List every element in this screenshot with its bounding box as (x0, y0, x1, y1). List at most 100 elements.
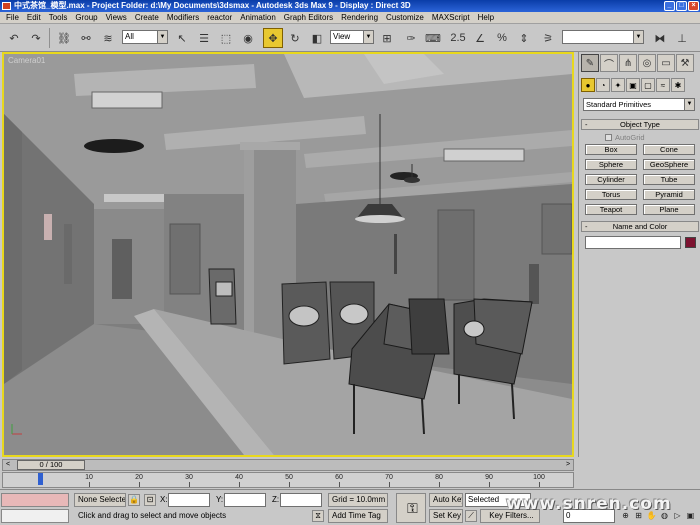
minimize-button[interactable]: _ (664, 1, 675, 11)
tube-button[interactable]: Tube (643, 174, 695, 185)
cylinder-button[interactable]: Cylinder (585, 174, 637, 185)
main-toolbar: ↶ ↷ ⛓ ⚯ ≋ All ▼ ↖ ☰ ⬚ ◉ ✥ ↻ ◧ View ▼ ⊞ ✑… (0, 25, 700, 52)
reference-coordinate-dropdown[interactable]: View ▼ (330, 30, 374, 44)
undo-icon[interactable]: ↶ (4, 28, 24, 48)
z-coordinate-field[interactable] (280, 493, 322, 507)
select-and-manipulate-icon[interactable]: ✑ (401, 28, 421, 48)
select-and-rotate-icon[interactable]: ↻ (285, 28, 305, 48)
menu-help[interactable]: Help (474, 12, 498, 24)
maximize-viewport-icon[interactable]: ▣ (685, 510, 696, 521)
prev-frame-icon[interactable]: < (3, 460, 13, 470)
rectangular-selection-icon[interactable]: ⬚ (216, 28, 236, 48)
snaps-toggle-icon[interactable]: 2.5 (448, 28, 468, 48)
y-coordinate-field[interactable] (224, 493, 266, 507)
select-and-link-icon[interactable]: ⛓ (54, 28, 74, 48)
pyramid-button[interactable]: Pyramid (643, 189, 695, 200)
track-bar-ruler[interactable]: 10 20 30 40 50 60 70 80 90 100 (2, 472, 574, 488)
viewport-scene (4, 54, 572, 455)
maxscript-input[interactable] (1, 509, 69, 523)
systems-icon[interactable]: ✱ (671, 78, 685, 92)
object-color-swatch[interactable] (685, 237, 696, 248)
time-tag-icon[interactable]: ⧖ (312, 510, 324, 522)
menu-reactor[interactable]: reactor (203, 12, 236, 24)
geometry-icon[interactable]: ● (581, 78, 595, 92)
time-slider-thumb[interactable]: 0 / 100 (17, 460, 85, 470)
menu-create[interactable]: Create (131, 12, 163, 24)
pivot-center-icon[interactable]: ⊞ (377, 28, 397, 48)
edit-named-selection-icon[interactable]: ⚞ (538, 28, 558, 48)
redo-icon[interactable]: ↷ (26, 28, 46, 48)
mirror-icon[interactable]: ⧓ (650, 28, 670, 48)
menu-edit[interactable]: Edit (23, 12, 45, 24)
selection-filter-dropdown[interactable]: All ▼ (122, 30, 168, 44)
close-button[interactable]: × (688, 1, 699, 11)
bind-space-warp-icon[interactable]: ≋ (98, 28, 118, 48)
ruler-label: 40 (235, 474, 243, 481)
modify-tab-icon[interactable]: ⌒ (600, 54, 618, 72)
utilities-tab-icon[interactable]: ⚒ (676, 54, 694, 72)
select-by-name-icon[interactable]: ☰ (194, 28, 214, 48)
maxscript-listener[interactable] (1, 493, 69, 523)
helpers-icon[interactable]: ▢ (641, 78, 655, 92)
geosphere-button[interactable]: GeoSphere (643, 159, 695, 170)
sphere-button[interactable]: Sphere (585, 159, 637, 170)
x-coordinate-field[interactable] (168, 493, 210, 507)
angle-snap-icon[interactable]: ∠ (470, 28, 490, 48)
named-selection-dropdown[interactable]: ▼ (562, 30, 644, 44)
hierarchy-tab-icon[interactable]: ⋔ (619, 54, 637, 72)
select-and-scale-icon[interactable]: ◧ (307, 28, 327, 48)
cameras-icon[interactable]: ▣ (626, 78, 640, 92)
maxscript-output[interactable] (1, 493, 69, 507)
menu-tools[interactable]: Tools (45, 12, 72, 24)
percent-snap-icon[interactable]: % (492, 28, 512, 48)
keyboard-shortcut-override-icon[interactable]: ⌨ (423, 28, 443, 48)
menu-views[interactable]: Views (102, 12, 131, 24)
plane-button[interactable]: Plane (643, 204, 695, 215)
menu-customize[interactable]: Customize (382, 12, 428, 24)
spinner-snap-icon[interactable]: ⇕ (514, 28, 534, 48)
teapot-button[interactable]: Teapot (585, 204, 637, 215)
menu-file[interactable]: File (2, 12, 23, 24)
default-in-out-tangents-icon[interactable]: ⟋ (465, 510, 477, 522)
box-button[interactable]: Box (585, 144, 637, 155)
object-type-rollout-header[interactable]: - Object Type (581, 119, 699, 130)
space-warps-icon[interactable]: ≈ (656, 78, 670, 92)
field-of-view-icon[interactable]: ▷ (672, 510, 683, 521)
menu-modifiers[interactable]: Modifiers (163, 12, 203, 24)
cone-button[interactable]: Cone (643, 144, 695, 155)
menu-rendering[interactable]: Rendering (337, 12, 382, 24)
auto-key-button[interactable]: Auto Key (429, 493, 463, 507)
absolute-relative-toggle-icon[interactable]: ⊡ (144, 494, 156, 506)
display-tab-icon[interactable]: ▭ (657, 54, 675, 72)
next-frame-icon[interactable]: > (563, 460, 573, 470)
set-key-button[interactable]: Set Key (429, 509, 463, 523)
align-icon[interactable]: ⊥ (672, 28, 692, 48)
autogrid-checkbox[interactable]: AutoGrid (605, 133, 645, 142)
lights-icon[interactable]: ✦ (611, 78, 625, 92)
menu-maxscript[interactable]: MAXScript (428, 12, 474, 24)
set-key-icon[interactable]: ⚿ (396, 493, 426, 523)
select-object-icon[interactable]: ↖ (172, 28, 192, 48)
camera-viewport[interactable]: Camera01 (2, 52, 574, 457)
chevron-down-icon: ▼ (633, 31, 643, 43)
select-and-move-icon[interactable]: ✥ (263, 28, 283, 48)
menu-group[interactable]: Group (71, 12, 101, 24)
torus-button[interactable]: Torus (585, 189, 637, 200)
maximize-button[interactable]: □ (676, 1, 687, 11)
menu-graph-editors[interactable]: Graph Editors (280, 12, 337, 24)
lock-selection-icon[interactable]: 🔒 (128, 494, 140, 506)
create-tab-icon[interactable]: ✎ (581, 54, 599, 72)
viewport-label[interactable]: Camera01 (8, 56, 45, 65)
menu-bar: File Edit Tools Group Views Create Modif… (0, 12, 700, 24)
unlink-icon[interactable]: ⚯ (76, 28, 96, 48)
motion-tab-icon[interactable]: ◎ (638, 54, 656, 72)
name-and-color-rollout-header[interactable]: - Name and Color (581, 221, 699, 232)
menu-animation[interactable]: Animation (236, 12, 280, 24)
object-name-input[interactable] (585, 236, 681, 249)
time-slider[interactable]: < 0 / 100 > (2, 459, 574, 471)
add-time-tag-button[interactable]: Add Time Tag (328, 509, 388, 523)
shapes-icon[interactable]: ◔ (596, 78, 610, 92)
primitive-category-dropdown[interactable]: Standard Primitives ▼ (583, 98, 695, 111)
checkbox-icon (605, 134, 612, 141)
window-crossing-icon[interactable]: ◉ (238, 28, 258, 48)
